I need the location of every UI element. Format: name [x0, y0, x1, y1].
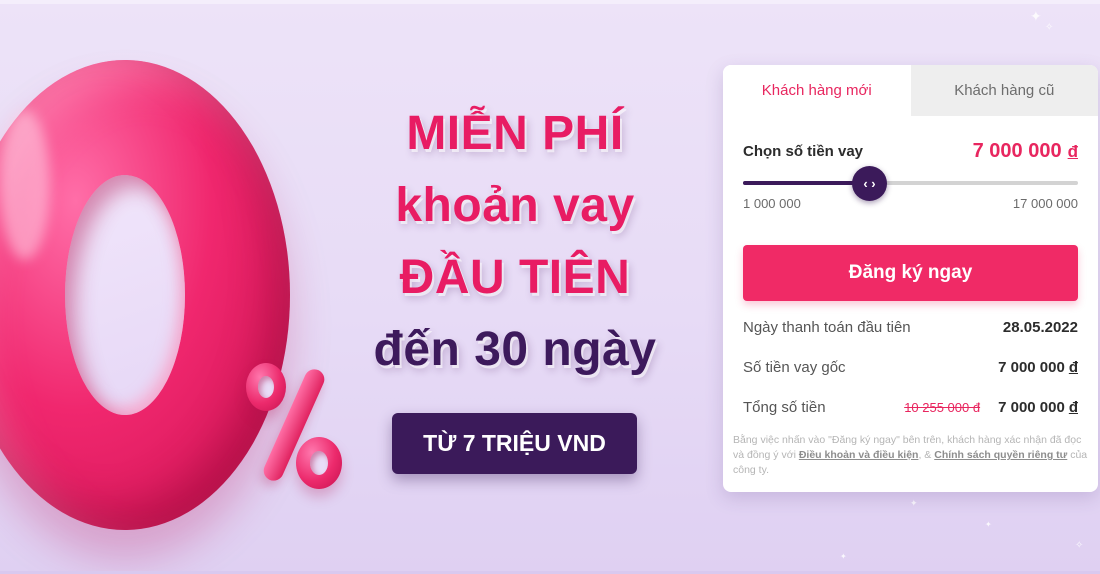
- loan-amount-label: Chọn số tiền vay: [743, 143, 864, 160]
- customer-tabs: Khách hàng mới Khách hàng cũ: [723, 65, 1098, 116]
- tab-new-customer[interactable]: Khách hàng mới: [723, 65, 911, 116]
- percent-ring-top: [246, 363, 286, 411]
- total-amount-row: Tổng số tiền 10 255 000 đ 7 000 000 đ: [743, 399, 1078, 416]
- info-value: 7 000 000 đ: [998, 399, 1078, 416]
- zero-balloon-hole: [65, 175, 185, 415]
- sparkle-icon: ✧: [1075, 540, 1084, 551]
- tab-returning-customer[interactable]: Khách hàng cũ: [910, 65, 1098, 116]
- currency-symbol: đ: [1067, 142, 1078, 161]
- sparkle-icon: ✦: [910, 498, 918, 508]
- slider-fill: [743, 181, 869, 185]
- privacy-policy-link[interactable]: Chính sách quyền riêng tư: [934, 449, 1067, 461]
- slider-max-label: 17 000 000: [1012, 196, 1078, 211]
- percent-ring-bottom: [296, 437, 342, 489]
- sparkle-icon: ✦: [1030, 8, 1042, 24]
- info-label: Ngày thanh toán đầu tiên: [743, 319, 911, 336]
- headline-line-2: khoản vay: [395, 179, 635, 232]
- loan-amount-row: Chọn số tiền vay 7 000 000 đ: [743, 140, 1078, 163]
- zero-balloon-highlight: [0, 110, 50, 260]
- info-value: 7 000 000 đ: [998, 359, 1078, 376]
- promo-amount-button[interactable]: TỪ 7 TRIỆU VND: [392, 413, 637, 474]
- info-label: Số tiền vay gốc: [743, 359, 846, 376]
- slider-min-label: 1 000 000: [743, 196, 801, 211]
- headline-line-4: đến 30 ngày: [373, 323, 657, 376]
- headline-line-3: ĐẦU TIÊN: [399, 251, 631, 304]
- headline-line-1: MIỄN PHÍ: [406, 107, 624, 160]
- terms-link[interactable]: Điều khoản và điều kiện: [799, 449, 919, 461]
- top-border: [0, 0, 1100, 4]
- info-value: 28.05.2022: [1002, 319, 1078, 336]
- first-payment-date-row: Ngày thanh toán đầu tiên 28.05.2022: [743, 319, 1078, 336]
- sparkle-icon: ✧: [1045, 22, 1054, 33]
- loan-calculator-card: Khách hàng mới Khách hàng cũ Chọn số tiề…: [723, 65, 1098, 492]
- original-total-value: 10 255 000 đ: [904, 400, 981, 415]
- consent-disclaimer: Bằng việc nhấn vào "Đăng ký ngay" bên tr…: [733, 434, 1088, 476]
- slider-thumb-icon[interactable]: ‹ ›: [852, 166, 887, 201]
- register-now-button[interactable]: Đăng ký ngay: [743, 245, 1078, 301]
- loan-amount-slider[interactable]: ‹ ›: [743, 166, 1078, 201]
- sparkle-icon: ✦: [840, 552, 847, 561]
- principal-row: Số tiền vay gốc 7 000 000 đ: [743, 359, 1078, 376]
- promo-headline: MIỄN PHÍ khoản vay ĐẦU TIÊN đến 30 ngày: [310, 98, 720, 386]
- zero-balloon-graphic: [0, 60, 340, 574]
- sparkle-icon: ✦: [985, 520, 992, 529]
- info-label: Tổng số tiền: [743, 399, 826, 416]
- loan-amount-value: 7 000 000 đ: [972, 140, 1078, 162]
